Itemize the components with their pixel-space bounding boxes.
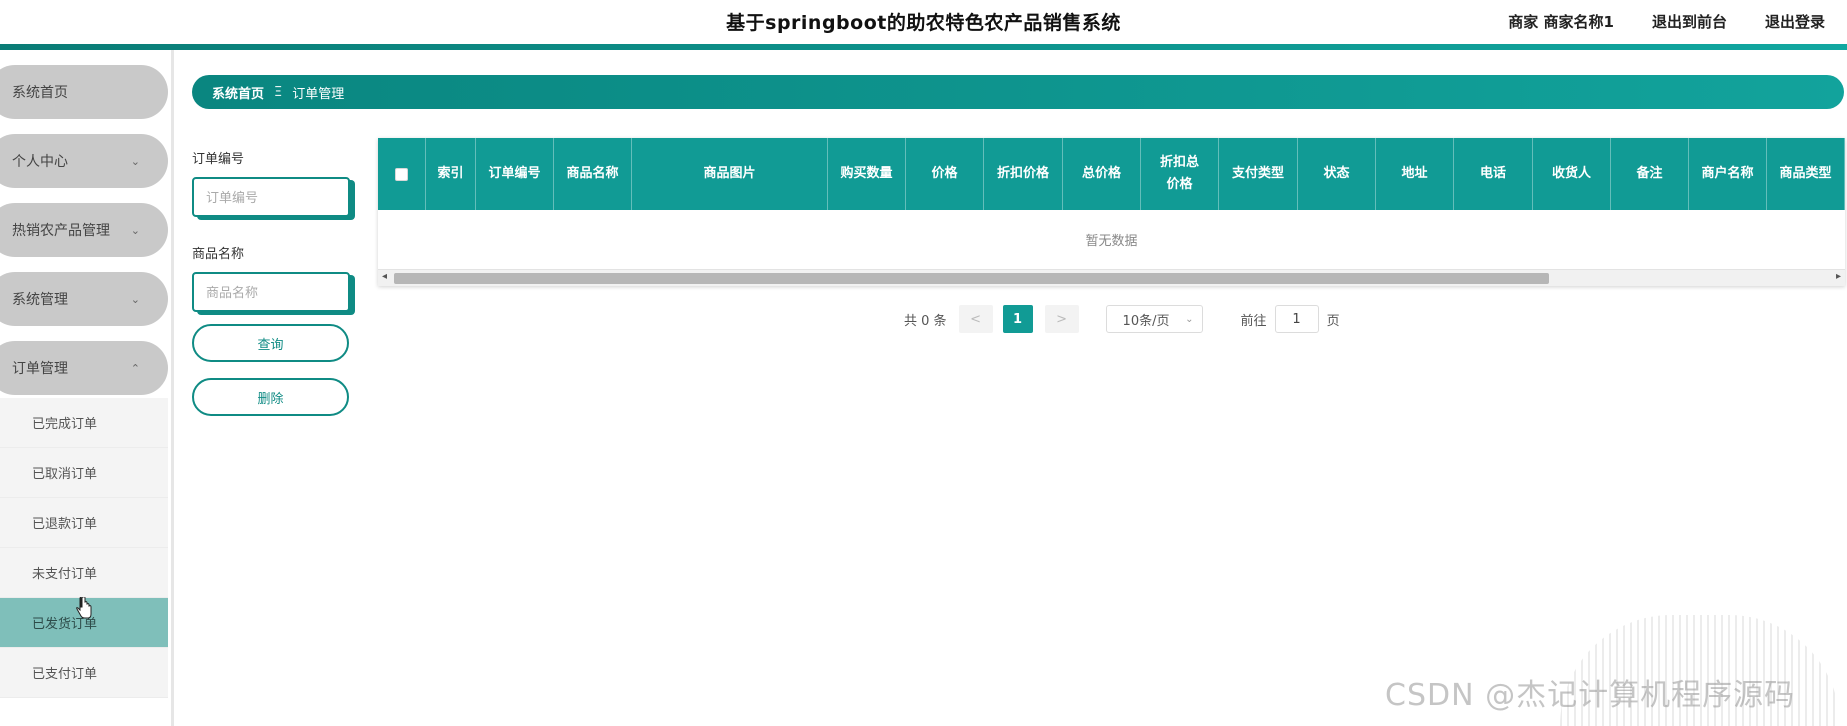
- scroll-left-icon[interactable]: ◂: [382, 271, 387, 282]
- column-header: 价格: [906, 138, 984, 210]
- current-user[interactable]: 商家 商家名称1: [1508, 11, 1614, 32]
- query-button[interactable]: 查询: [192, 324, 349, 362]
- sidebar-item-label: 个人中心: [12, 154, 68, 170]
- prev-page-button[interactable]: <: [958, 305, 993, 333]
- scroll-right-icon[interactable]: ▸: [1836, 271, 1841, 282]
- chevron-down-icon: ⌄: [130, 292, 140, 306]
- select-all-checkbox[interactable]: [395, 167, 408, 181]
- column-header: 总价格: [1063, 138, 1141, 210]
- column-header: 折扣总价格: [1141, 138, 1219, 210]
- top-bar: 基于springboot的助农特色农产品销售系统 商家 商家名称1 退出到前台 …: [0, 0, 1847, 44]
- breadcrumb: 系统首页 Ξ 订单管理: [192, 75, 1844, 109]
- header-accent-bar: [0, 44, 1847, 50]
- sidebar-item-label: 系统管理: [12, 292, 68, 308]
- goto-page-input[interactable]: 1: [1274, 305, 1319, 333]
- column-header: 电话: [1454, 138, 1533, 210]
- column-header: 支付类型: [1219, 138, 1298, 210]
- delete-button[interactable]: 删除: [192, 378, 349, 416]
- order-no-label: 订单编号: [192, 152, 245, 167]
- sidebar-item-label: 订单管理: [12, 361, 68, 377]
- submenu-completed-orders[interactable]: 已完成订单: [0, 398, 168, 448]
- order-no-input[interactable]: [192, 177, 350, 217]
- product-name-label: 商品名称: [192, 247, 245, 262]
- sidebar-item-label: 热销农产品管理: [12, 223, 110, 239]
- submenu-label: 已支付订单: [32, 667, 98, 682]
- submenu-paid-orders[interactable]: 已支付订单: [0, 648, 168, 698]
- empty-state-text: 暂无数据: [1085, 233, 1138, 249]
- page-size-value: 10条/页: [1122, 313, 1170, 329]
- submenu-label: 已完成订单: [32, 417, 98, 432]
- page-jumper: 前往 1 页: [1241, 305, 1340, 333]
- column-header: 索引: [426, 138, 476, 210]
- next-page-button[interactable]: >: [1044, 305, 1079, 333]
- column-header: 商品类型: [1767, 138, 1845, 210]
- column-header: 购买数量: [828, 138, 906, 210]
- column-header: 订单编号: [476, 138, 554, 210]
- orders-table: 索引 订单编号 商品名称 商品图片 购买数量 价格 折扣价格 总价格 折扣总价格…: [378, 138, 1845, 286]
- column-header: 地址: [1376, 138, 1454, 210]
- page-number-current[interactable]: 1: [1002, 305, 1033, 333]
- search-panel: 订单编号 商品名称 查询 删除: [192, 148, 352, 416]
- submenu-cancelled-orders[interactable]: 已取消订单: [0, 448, 168, 498]
- select-all-cell[interactable]: [378, 138, 426, 210]
- horizontal-scrollbar[interactable]: ◂ ▸: [378, 269, 1845, 286]
- page-size-select[interactable]: 10条/页 ⌄: [1105, 305, 1203, 333]
- breadcrumb-current: 订单管理: [292, 86, 345, 102]
- chevron-down-icon: ⌄: [130, 223, 140, 237]
- sidebar-item-label: 系统首页: [12, 85, 68, 101]
- logout-link[interactable]: 退出登录: [1765, 11, 1825, 32]
- column-header: 商品名称: [554, 138, 632, 210]
- header-actions: 商家 商家名称1 退出到前台 退出登录: [1508, 11, 1825, 32]
- column-header: 收货人: [1533, 138, 1611, 210]
- back-to-front-link[interactable]: 退出到前台: [1652, 11, 1727, 32]
- sidebar-item-system-management[interactable]: 系统管理 ⌄: [0, 272, 168, 326]
- submenu-label: 已退款订单: [32, 517, 98, 532]
- goto-label: 前往: [1240, 313, 1267, 329]
- sidebar-item-home[interactable]: 系统首页: [0, 65, 168, 119]
- submenu-refunded-orders[interactable]: 已退款订单: [0, 498, 168, 548]
- page-suffix: 页: [1326, 313, 1340, 329]
- breadcrumb-home[interactable]: 系统首页: [212, 83, 264, 102]
- submenu-label: 未支付订单: [32, 567, 98, 582]
- submenu-unpaid-orders[interactable]: 未支付订单: [0, 548, 168, 598]
- sidebar-item-order-management[interactable]: 订单管理 ⌃: [0, 341, 168, 395]
- column-header: 备注: [1611, 138, 1689, 210]
- submenu-label: 已取消订单: [32, 467, 98, 482]
- chevron-down-icon: ⌄: [130, 154, 140, 168]
- total-count: 共 0 条: [904, 313, 947, 329]
- watermark-text: CSDN @杰记计算机程序源码: [1385, 678, 1796, 713]
- pagination: 共 0 条 < 1 > 10条/页 ⌄ 前往 1 页: [904, 305, 1340, 333]
- column-header: 折扣价格: [984, 138, 1063, 210]
- chevron-up-icon: ⌃: [130, 361, 140, 375]
- column-header: 状态: [1298, 138, 1376, 210]
- column-header: 商户名称: [1689, 138, 1767, 210]
- scrollbar-thumb[interactable]: [394, 273, 1549, 284]
- column-header: 商品图片: [632, 138, 828, 210]
- sidebar-item-personal-center[interactable]: 个人中心 ⌄: [0, 134, 168, 188]
- mouse-cursor-icon: [76, 596, 92, 624]
- table-header: 索引 订单编号 商品名称 商品图片 购买数量 价格 折扣价格 总价格 折扣总价格…: [378, 138, 1845, 210]
- breadcrumb-separator-icon: Ξ: [274, 84, 283, 100]
- product-name-input[interactable]: [192, 272, 350, 312]
- chevron-down-icon: ⌄: [1185, 313, 1194, 325]
- sidebar-item-hot-products[interactable]: 热销农产品管理 ⌄: [0, 203, 168, 257]
- sidebar: 系统首页 个人中心 ⌄ 热销农产品管理 ⌄ 系统管理 ⌄ 订单管理 ⌃ 已完成订…: [0, 50, 174, 726]
